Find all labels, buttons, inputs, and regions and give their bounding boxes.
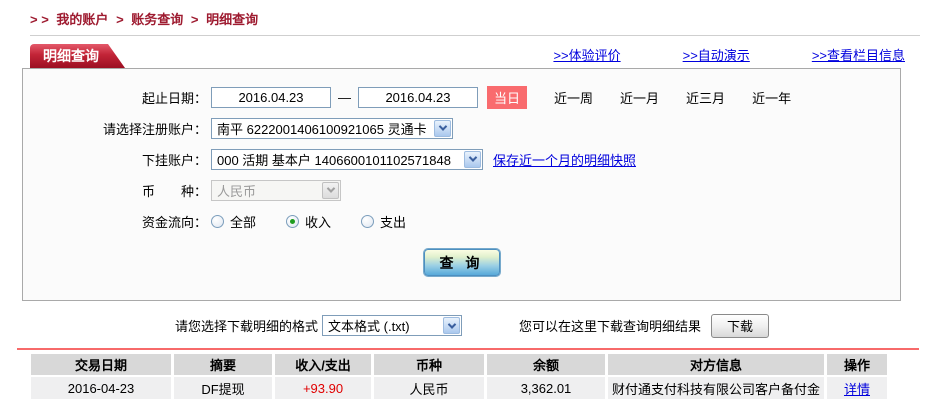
query-form-panel: 起止日期： — 当日 近一周 近一月 近三月 近一年 请选择注册账户： 南平 6… — [22, 68, 901, 301]
registered-account-value: 南平 6222001406100921065 灵通卡 — [212, 119, 433, 138]
result-divider — [17, 348, 919, 350]
cell-balance: 3,362.01 — [487, 377, 605, 399]
breadcrumb-separator: > — [191, 12, 199, 27]
col-header-counterparty: 对方信息 — [608, 354, 824, 377]
sub-account-value: 000 活期 基本户 1406600101102571848 — [212, 150, 463, 169]
cell-summary: DF提现 — [174, 377, 272, 399]
column-info-link[interactable]: >>查看栏目信息 — [812, 45, 905, 64]
flow-option-income[interactable]: 收入 — [286, 212, 331, 231]
download-row: 请您选择下载明细的格式 文本格式 (.txt) 您可以在这里下载查询明细结果 下… — [175, 314, 935, 337]
chevron-down-icon[interactable] — [443, 317, 460, 334]
quick-range-quarter[interactable]: 近三月 — [686, 88, 725, 107]
fund-flow-row: 资金流向： 全部 收入 支出 — [23, 210, 900, 232]
currency-row: 币 种： 人民币 — [23, 179, 900, 201]
col-header-balance: 余额 — [487, 354, 605, 377]
date-from-input[interactable] — [211, 87, 331, 108]
breadcrumb-item-account-query[interactable]: 账务查询 — [131, 12, 183, 27]
table-row: 2016-04-23 DF提现 +93.90 人民币 3,362.01 财付通支… — [31, 377, 887, 399]
download-button[interactable]: 下载 — [711, 314, 769, 338]
download-format-value: 文本格式 (.txt) — [323, 316, 442, 335]
flow-option-income-label: 收入 — [305, 212, 331, 231]
registered-account-label: 请选择注册账户： — [23, 119, 211, 138]
quick-range-group: 当日 近一周 近一月 近三月 近一年 — [487, 86, 791, 109]
cell-action: 详情 — [827, 377, 887, 399]
chevron-down-icon[interactable] — [434, 120, 451, 137]
flow-option-expense[interactable]: 支出 — [361, 212, 406, 231]
sub-account-label: 下挂账户： — [23, 150, 211, 169]
currency-value: 人民币 — [212, 181, 321, 200]
registered-account-row: 请选择注册账户： 南平 6222001406100921065 灵通卡 — [23, 117, 900, 139]
breadcrumb-item-my-account[interactable]: 我的账户 — [56, 12, 108, 27]
quick-range-today[interactable]: 当日 — [487, 86, 527, 109]
radio-unchecked-icon[interactable] — [361, 215, 374, 228]
date-dash: — — [338, 90, 351, 105]
breadcrumb-arrows: > > — [30, 12, 49, 27]
tab-bar: 明细查询 >>体验评价 >>自动演示 >>查看栏目信息 — [30, 44, 905, 68]
cell-currency: 人民币 — [374, 377, 484, 399]
radio-checked-icon[interactable] — [286, 215, 299, 228]
currency-select: 人民币 — [211, 180, 341, 201]
chevron-down-icon[interactable] — [464, 151, 481, 168]
table-header-row: 交易日期 摘要 收入/支出 币种 余额 对方信息 操作 — [31, 354, 887, 377]
fund-flow-options: 全部 收入 支出 — [211, 212, 406, 231]
tab-detail-query[interactable]: 明细查询 — [30, 44, 125, 68]
chevron-down-icon — [322, 182, 339, 199]
quick-range-year[interactable]: 近一年 — [752, 88, 791, 107]
download-format-select[interactable]: 文本格式 (.txt) — [322, 315, 462, 336]
breadcrumb: > > 我的账户 > 账务查询 > 明细查询 — [0, 0, 935, 28]
flow-option-expense-label: 支出 — [380, 212, 406, 231]
currency-label: 币 种： — [23, 181, 211, 200]
col-header-summary: 摘要 — [174, 354, 272, 377]
header-links: >>体验评价 >>自动演示 >>查看栏目信息 — [553, 45, 905, 68]
sub-account-select[interactable]: 000 活期 基本户 1406600101102571848 — [211, 149, 483, 170]
auto-demo-link[interactable]: >>自动演示 — [683, 45, 750, 64]
save-monthly-snapshot-link[interactable]: 保存近一个月的明细快照 — [493, 150, 636, 169]
breadcrumb-item-detail-query[interactable]: 明细查询 — [206, 12, 258, 27]
result-table: 交易日期 摘要 收入/支出 币种 余额 对方信息 操作 2016-04-23 D… — [28, 354, 890, 399]
download-format-label: 请您选择下载明细的格式 — [175, 316, 318, 335]
quick-range-week[interactable]: 近一周 — [554, 88, 593, 107]
flow-option-all-label: 全部 — [230, 212, 256, 231]
cell-amount: +93.90 — [275, 377, 371, 399]
experience-review-link[interactable]: >>体验评价 — [553, 45, 620, 64]
col-header-date: 交易日期 — [31, 354, 171, 377]
col-header-amount: 收入/支出 — [275, 354, 371, 377]
cell-date: 2016-04-23 — [31, 377, 171, 399]
registered-account-select[interactable]: 南平 6222001406100921065 灵通卡 — [211, 118, 453, 139]
flow-option-all[interactable]: 全部 — [211, 212, 256, 231]
date-to-input[interactable] — [358, 87, 478, 108]
fund-flow-label: 资金流向： — [23, 212, 211, 231]
quick-range-month[interactable]: 近一月 — [620, 88, 659, 107]
breadcrumb-divider — [30, 35, 920, 36]
col-header-action: 操作 — [827, 354, 887, 377]
sub-account-row: 下挂账户： 000 活期 基本户 1406600101102571848 保存近… — [23, 148, 900, 170]
query-button[interactable]: 查 询 — [424, 249, 500, 276]
download-hint: 您可以在这里下载查询明细结果 — [519, 316, 701, 335]
query-button-row: 查 询 — [23, 249, 900, 276]
date-range-row: 起止日期： — 当日 近一周 近一月 近三月 近一年 — [23, 86, 900, 108]
detail-link[interactable]: 详情 — [844, 382, 870, 397]
col-header-currency: 币种 — [374, 354, 484, 377]
breadcrumb-separator: > — [116, 12, 124, 27]
radio-unchecked-icon[interactable] — [211, 215, 224, 228]
cell-counterparty: 财付通支付科技有限公司客户备付金 — [608, 377, 824, 399]
date-range-label: 起止日期： — [23, 88, 211, 107]
